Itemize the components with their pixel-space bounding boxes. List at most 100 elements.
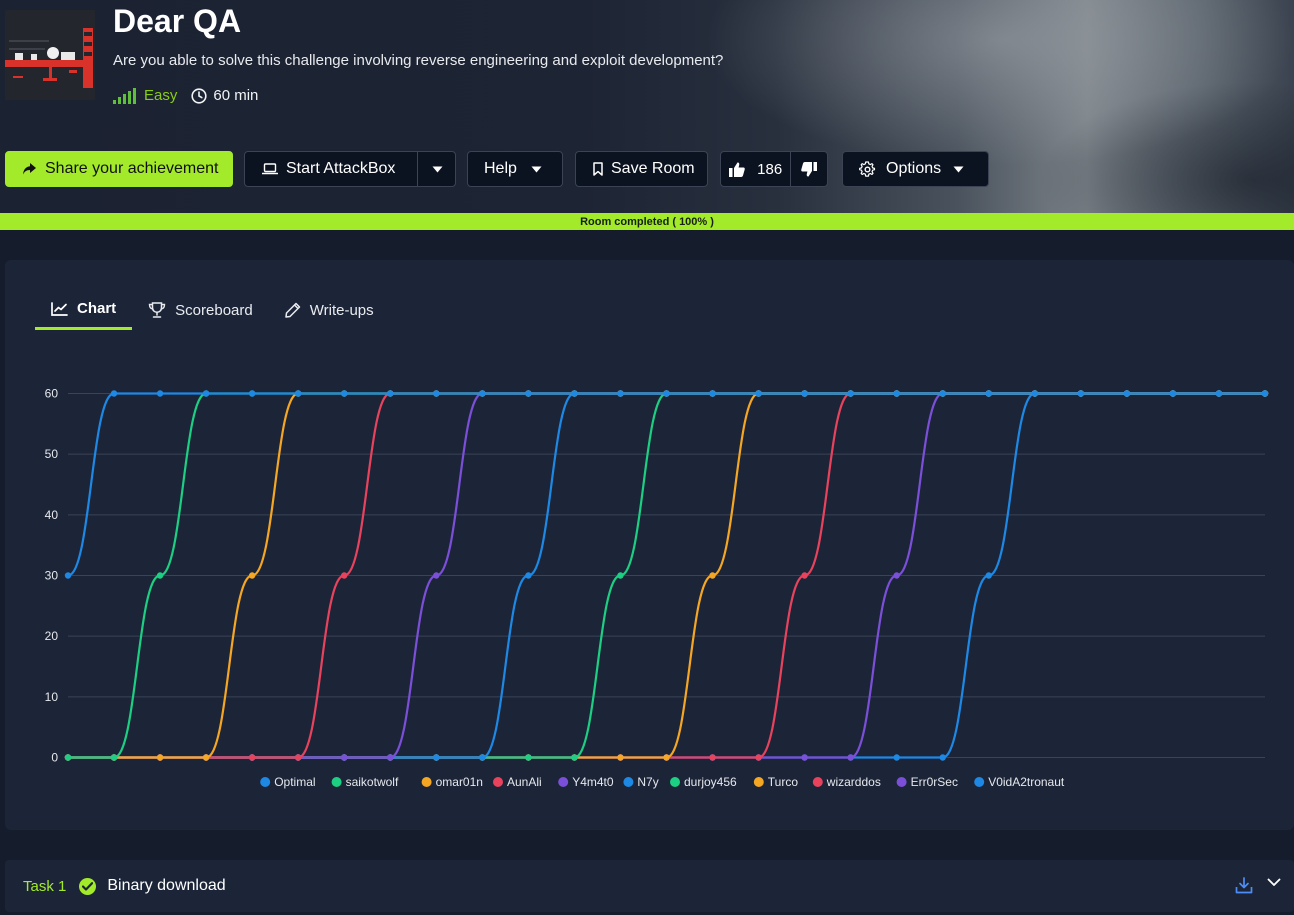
data-point — [617, 572, 624, 579]
caret-down-icon — [432, 166, 442, 172]
attackbox-dropdown-toggle[interactable] — [417, 152, 456, 186]
vote-group: 186 — [720, 151, 828, 187]
data-point — [1215, 390, 1223, 397]
share-achievement-label: Share your achievement — [45, 160, 219, 177]
y-tick-label: 30 — [45, 569, 59, 583]
legend-swatch — [623, 777, 634, 787]
room-description: Are you able to solve this challenge inv… — [113, 52, 724, 69]
data-point — [893, 390, 900, 397]
help-label: Help — [484, 160, 517, 177]
clock-icon — [191, 87, 207, 104]
y-tick-label: 10 — [45, 690, 59, 704]
chevron-down-icon[interactable] — [1267, 878, 1281, 887]
save-room-label: Save Room — [611, 160, 695, 177]
upvote-count: 186 — [757, 160, 783, 178]
task-complete-check-icon — [79, 877, 97, 895]
legend-label: wizarddos — [826, 775, 881, 789]
legend-label: saikotwolf — [346, 775, 399, 789]
data-point — [156, 572, 164, 579]
tab-chart[interactable]: Chart — [35, 290, 133, 330]
data-point — [801, 390, 808, 397]
data-point — [893, 754, 900, 761]
upvote-button[interactable]: 186 — [721, 152, 792, 186]
help-button[interactable]: Help — [467, 151, 563, 187]
legend-item: V0idA2tronaut — [974, 775, 1065, 789]
tab-writeups[interactable]: Write-ups — [269, 290, 390, 330]
data-point — [709, 754, 716, 761]
download-icon[interactable] — [1235, 877, 1253, 894]
save-room-button[interactable]: Save Room — [575, 151, 708, 187]
chart-y-ticks: 0 10 20 30 40 50 60 — [45, 387, 59, 765]
data-point — [663, 754, 670, 761]
data-point — [1169, 390, 1177, 397]
data-point — [893, 572, 900, 579]
legend-item: Err0rSec — [896, 775, 958, 789]
y-tick-label: 20 — [45, 629, 59, 643]
task-1-accordion[interactable]: Task 1 Binary download — [5, 860, 1294, 912]
data-point — [110, 390, 118, 397]
data-point — [663, 390, 670, 397]
data-point — [525, 754, 532, 761]
start-attackbox-button[interactable]: Start AttackBox — [244, 151, 456, 187]
task-title: Binary download — [107, 877, 226, 894]
data-point — [341, 754, 348, 761]
options-button[interactable]: Options — [842, 151, 989, 187]
data-point — [939, 390, 946, 397]
data-point — [341, 572, 348, 579]
room-header: Dear QA Are you able to solve this chall… — [0, 0, 1294, 213]
room-title: Dear QA — [113, 3, 242, 39]
data-point — [617, 390, 624, 397]
data-point — [847, 390, 854, 397]
data-point — [433, 390, 440, 397]
caret-down-icon — [953, 166, 964, 172]
difficulty-bars-icon — [113, 87, 136, 104]
chart-legend: Optimal saikotwolf omar01n AunAli Y4m4t0 N7y d… — [260, 775, 1065, 789]
legend-label: Turco — [768, 775, 799, 789]
caret-down-icon — [531, 166, 542, 172]
data-point — [1031, 390, 1039, 397]
data-point — [617, 754, 624, 761]
thumbs-up-icon — [729, 162, 745, 177]
data-point — [571, 754, 578, 761]
data-point — [248, 754, 256, 761]
data-point — [248, 572, 256, 579]
data-point — [985, 390, 992, 397]
legend-label: durjoy456 — [684, 775, 737, 789]
options-label: Options — [886, 160, 942, 177]
tab-scoreboard-label: Scoreboard — [175, 301, 253, 319]
legend-label: Optimal — [274, 775, 315, 789]
data-point — [1261, 390, 1269, 397]
legend-label: Err0rSec — [911, 775, 958, 789]
legend-swatch — [331, 777, 342, 787]
data-point — [525, 572, 532, 579]
y-tick-label: 0 — [51, 751, 58, 765]
progress-chart: 0 10 20 30 40 50 60 Optimal saikotwolf omar01n Aun… — [45, 387, 1269, 789]
legend-label: AunAli — [507, 775, 542, 789]
data-point — [248, 390, 256, 397]
data-point — [156, 754, 164, 761]
legend-label: Y4m4t0 — [572, 775, 614, 789]
data-point — [801, 754, 808, 761]
room-thumbnail-art — [5, 10, 95, 100]
legend-item: Optimal — [260, 775, 316, 789]
y-tick-label: 40 — [45, 508, 59, 522]
start-attackbox-label: Start AttackBox — [286, 160, 396, 177]
share-achievement-button[interactable]: Share your achievement — [5, 151, 233, 187]
data-point — [985, 572, 992, 579]
chart-gridlines — [68, 393, 1265, 758]
data-point — [801, 572, 808, 579]
legend-item: wizarddos — [812, 775, 881, 789]
legend-swatch — [260, 777, 271, 787]
task-number: Task 1 — [23, 877, 67, 895]
tab-scoreboard[interactable]: Scoreboard — [132, 290, 269, 330]
legend-swatch — [493, 777, 503, 787]
downvote-button[interactable] — [791, 152, 827, 186]
data-point — [202, 754, 210, 761]
data-point — [110, 754, 118, 761]
data-point — [294, 390, 302, 397]
data-point — [1123, 390, 1131, 397]
tab-writeups-label: Write-ups — [309, 301, 374, 319]
legend-label: V0idA2tronaut — [988, 775, 1065, 789]
legend-item: saikotwolf — [331, 775, 399, 789]
duration-label: 60 min — [213, 87, 259, 104]
